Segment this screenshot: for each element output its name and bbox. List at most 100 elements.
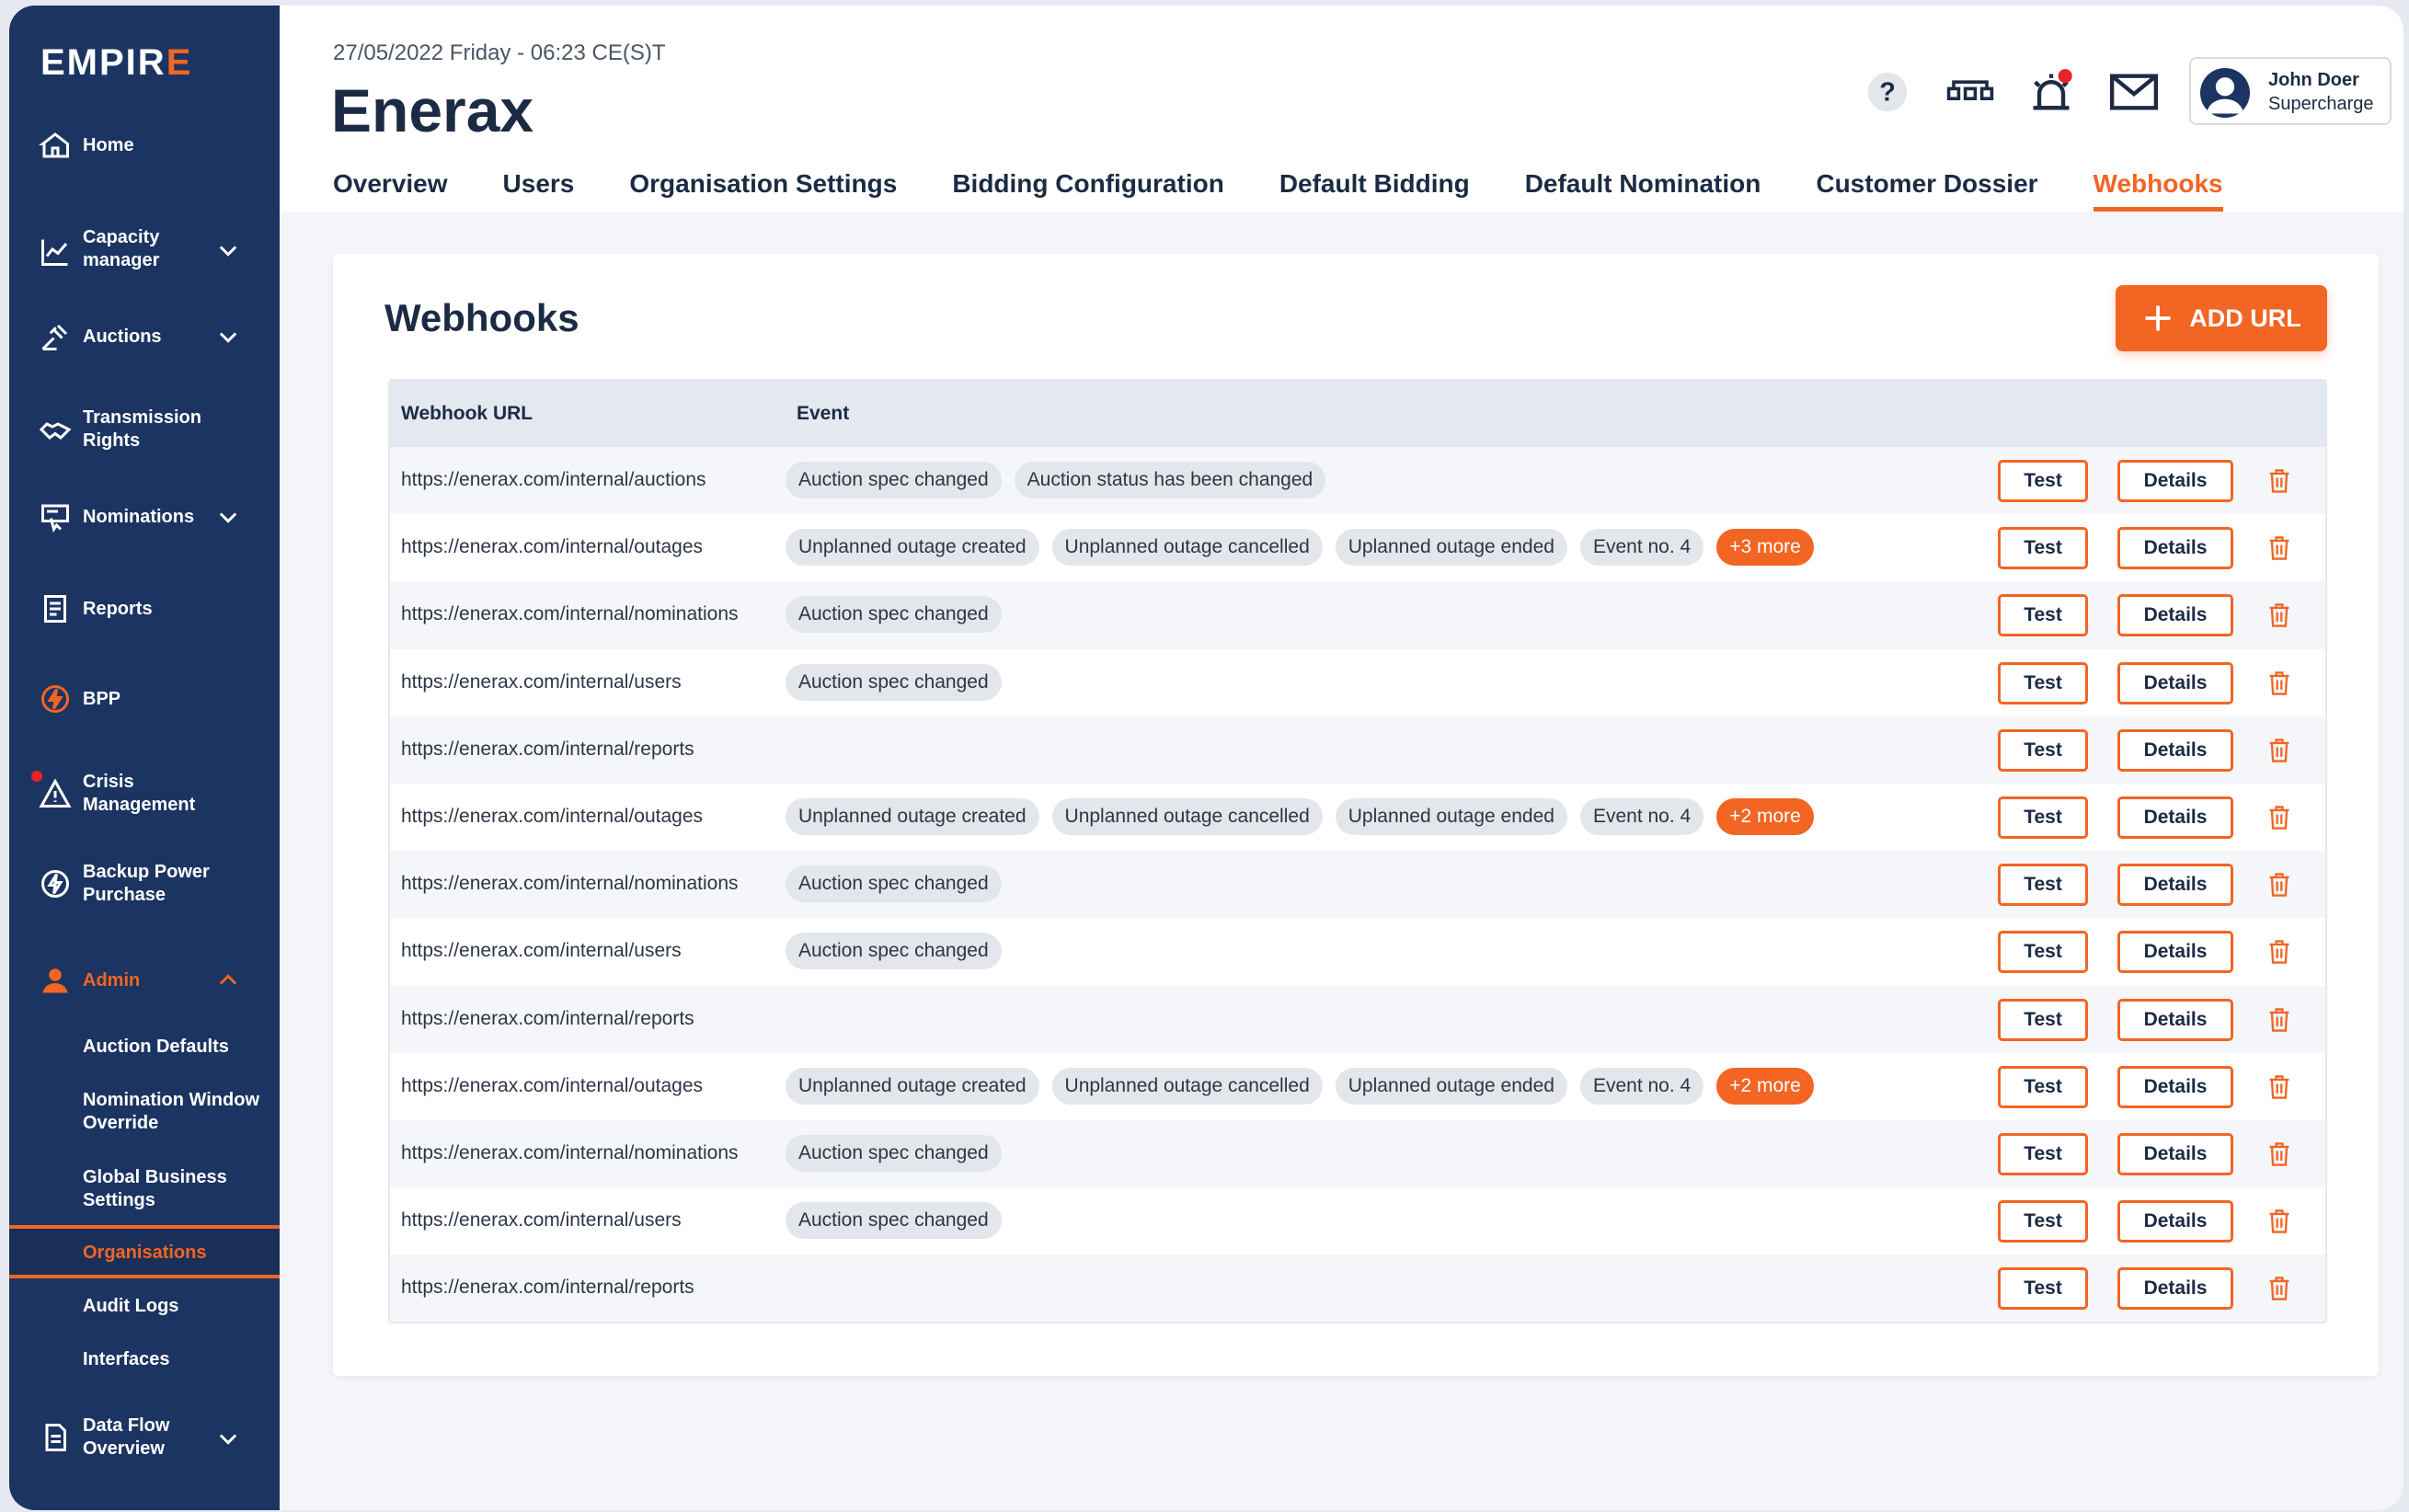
more-events-badge[interactable]: +2 more bbox=[1716, 797, 1814, 835]
tab-users[interactable]: Users bbox=[503, 169, 575, 212]
chevron-down-icon[interactable] bbox=[215, 1426, 241, 1451]
test-button[interactable]: Test bbox=[1998, 998, 2088, 1041]
trash-icon[interactable] bbox=[2266, 938, 2292, 966]
trash-icon[interactable] bbox=[2266, 871, 2292, 899]
tab-default-bidding[interactable]: Default Bidding bbox=[1279, 169, 1470, 212]
details-button[interactable]: Details bbox=[2117, 460, 2233, 502]
network-icon[interactable] bbox=[1944, 66, 1996, 118]
details-button[interactable]: Details bbox=[2117, 998, 2233, 1041]
app-window: EMPIRE Home Capacity manager Auctions Tr… bbox=[9, 6, 2403, 1510]
test-button[interactable]: Test bbox=[1998, 1065, 2088, 1108]
sidebar-sub-global-business-settings[interactable]: Global Business Settings bbox=[83, 1166, 276, 1212]
user-menu[interactable]: John Doer Supercharge bbox=[2189, 57, 2392, 125]
chevron-up-icon[interactable] bbox=[215, 968, 241, 993]
details-button[interactable]: Details bbox=[2117, 864, 2233, 907]
header: 27/05/2022 Friday - 06:23 CE(S)T Enerax … bbox=[280, 6, 2403, 212]
test-button[interactable]: Test bbox=[1998, 527, 2088, 570]
chevron-down-icon[interactable] bbox=[215, 504, 241, 530]
test-button[interactable]: Test bbox=[1998, 661, 2088, 704]
sidebar-sub-interfaces[interactable]: Interfaces bbox=[83, 1348, 276, 1371]
event-chip: Uplanned outage ended bbox=[1335, 529, 1567, 567]
table-row: https://enerax.com/internal/users Auction… bbox=[390, 1187, 2325, 1254]
tab-bidding-configuration[interactable]: Bidding Configuration bbox=[952, 169, 1224, 212]
details-button[interactable]: Details bbox=[2117, 661, 2233, 704]
sidebar-item-transmission-rights[interactable]: Transmission Rights bbox=[9, 407, 280, 452]
table-row: https://enerax.com/internal/users Auction… bbox=[390, 918, 2325, 985]
details-button[interactable]: Details bbox=[2117, 1200, 2233, 1243]
event-chips: Auction spec changed Auction status has b… bbox=[786, 462, 1326, 498]
table-row: https://enerax.com/internal/nominations A… bbox=[390, 581, 2325, 649]
event-chip: Uplanned outage ended bbox=[1335, 1067, 1567, 1105]
tab-customer-dossier[interactable]: Customer Dossier bbox=[1816, 169, 2037, 212]
chevron-down-icon[interactable] bbox=[215, 324, 241, 349]
trash-icon[interactable] bbox=[2266, 601, 2292, 629]
tab-bar: Overview Users Organisation Settings Bid… bbox=[333, 169, 2278, 212]
sidebar-item-auctions[interactable]: Auctions bbox=[9, 318, 280, 355]
tab-organisation-settings[interactable]: Organisation Settings bbox=[629, 169, 897, 212]
sidebar-item-admin[interactable]: Admin bbox=[9, 962, 280, 999]
test-button[interactable]: Test bbox=[1998, 728, 2088, 772]
event-chips: Auction spec changed bbox=[786, 1202, 1002, 1240]
chevron-down-icon[interactable] bbox=[215, 237, 241, 263]
test-button[interactable]: Test bbox=[1998, 460, 2088, 502]
mail-icon[interactable] bbox=[2108, 66, 2160, 118]
webhook-url: https://enerax.com/internal/reports bbox=[401, 738, 694, 760]
test-button[interactable]: Test bbox=[1998, 594, 2088, 637]
alarm-icon[interactable] bbox=[2025, 66, 2077, 118]
details-button[interactable]: Details bbox=[2117, 796, 2233, 839]
test-button[interactable]: Test bbox=[1998, 1200, 2088, 1243]
section-title: Webhooks bbox=[384, 296, 579, 339]
details-button[interactable]: Details bbox=[2117, 527, 2233, 570]
test-button[interactable]: Test bbox=[1998, 931, 2088, 974]
trash-icon[interactable] bbox=[2266, 1006, 2292, 1034]
more-events-badge[interactable]: +2 more bbox=[1716, 1067, 1814, 1105]
report-icon bbox=[37, 590, 74, 627]
trash-icon[interactable] bbox=[2266, 804, 2292, 831]
trash-icon[interactable] bbox=[2266, 467, 2292, 495]
more-events-badge[interactable]: +3 more bbox=[1716, 529, 1814, 567]
brand-logo[interactable]: EMPIRE bbox=[40, 42, 192, 84]
sidebar-item-capacity-manager[interactable]: Capacity manager bbox=[9, 226, 280, 272]
webhook-url: https://enerax.com/internal/users bbox=[401, 940, 682, 962]
sidebar: EMPIRE Home Capacity manager Auctions Tr… bbox=[9, 6, 280, 1510]
sidebar-item-crisis-management[interactable]: Crisis Management bbox=[9, 771, 280, 817]
trash-icon[interactable] bbox=[2266, 1140, 2292, 1168]
warning-triangle-icon bbox=[37, 775, 74, 812]
trash-icon[interactable] bbox=[2266, 1073, 2292, 1101]
details-button[interactable]: Details bbox=[2117, 1065, 2233, 1108]
tab-default-nomination[interactable]: Default Nomination bbox=[1525, 169, 1761, 212]
trash-icon[interactable] bbox=[2266, 737, 2292, 764]
trash-icon[interactable] bbox=[2266, 1208, 2292, 1235]
table-row: https://enerax.com/internal/nominations A… bbox=[390, 851, 2325, 919]
details-button[interactable]: Details bbox=[2117, 931, 2233, 974]
details-button[interactable]: Details bbox=[2117, 1267, 2233, 1311]
details-button[interactable]: Details bbox=[2117, 1132, 2233, 1175]
sidebar-item-reports[interactable]: Reports bbox=[9, 590, 280, 627]
trash-icon[interactable] bbox=[2266, 670, 2292, 697]
sidebar-sub-nomination-window-override[interactable]: Nomination Window Override bbox=[83, 1089, 276, 1135]
test-button[interactable]: Test bbox=[1998, 864, 2088, 907]
add-url-button[interactable]: ADD URL bbox=[2116, 285, 2327, 351]
sidebar-item-bpp[interactable]: BPP bbox=[9, 681, 280, 717]
details-button[interactable]: Details bbox=[2117, 594, 2233, 637]
sidebar-sub-organisations[interactable]: Organisations bbox=[83, 1242, 276, 1265]
webhook-url: https://enerax.com/internal/users bbox=[401, 670, 682, 693]
sidebar-item-nominations[interactable]: Nominations bbox=[9, 498, 280, 535]
sidebar-sub-auction-defaults[interactable]: Auction Defaults bbox=[83, 1036, 276, 1059]
sidebar-sub-audit-logs[interactable]: Audit Logs bbox=[83, 1295, 276, 1318]
test-button[interactable]: Test bbox=[1998, 1267, 2088, 1311]
tab-overview[interactable]: Overview bbox=[333, 169, 448, 212]
tab-webhooks[interactable]: Webhooks bbox=[2093, 169, 2223, 212]
trash-icon[interactable] bbox=[2266, 534, 2292, 562]
test-button[interactable]: Test bbox=[1998, 796, 2088, 839]
webhooks-table: Webhook URL Event https://enerax.com/int… bbox=[388, 379, 2327, 1324]
sidebar-item-data-flow-overview[interactable]: Data Flow Overview bbox=[9, 1415, 280, 1460]
sidebar-item-backup-power-purchase[interactable]: Backup Power Purchase bbox=[9, 861, 280, 907]
plus-icon bbox=[2145, 305, 2171, 331]
details-button[interactable]: Details bbox=[2117, 728, 2233, 772]
help-icon[interactable]: ? bbox=[1862, 66, 1913, 118]
test-button[interactable]: Test bbox=[1998, 1132, 2088, 1175]
trash-icon[interactable] bbox=[2266, 1275, 2292, 1302]
user-icon bbox=[37, 962, 74, 999]
table-row: https://enerax.com/internal/auctions Auct… bbox=[390, 447, 2325, 515]
